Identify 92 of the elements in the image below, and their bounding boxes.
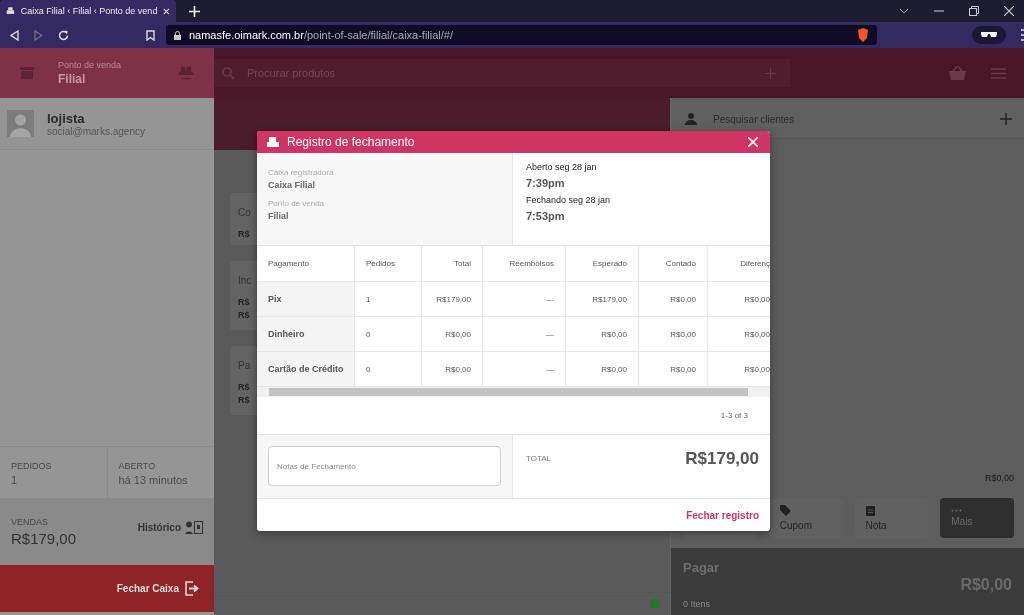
close-register-button[interactable]: Fechar Caixa <box>0 565 214 612</box>
column-header: Reembolsos <box>483 246 566 281</box>
table-cell: Cartão de Crédito <box>257 352 355 386</box>
column-header: Pedidos <box>355 246 422 281</box>
table-cell: R$0,00 <box>422 317 483 351</box>
glasses-button[interactable] <box>972 26 1006 44</box>
horizontal-scrollbar[interactable] <box>257 387 770 397</box>
pagination-text: 1-3 of 3 <box>720 411 748 420</box>
total-value: R$179,00 <box>685 449 759 469</box>
table-cell: R$179,00 <box>422 282 483 316</box>
table-cell-text: R$0,00 <box>743 363 770 376</box>
opened-label: Aberto seg 28 jan <box>526 162 598 172</box>
column-header: Diferenç <box>739 258 770 270</box>
column-header: Contado <box>639 246 708 281</box>
bookmark-icon[interactable] <box>145 29 155 41</box>
closing-time: 7:53pm <box>526 210 566 222</box>
table-cell: — <box>483 352 566 386</box>
table-cell: R$0,00 <box>566 317 639 351</box>
table-cell: — <box>483 317 566 351</box>
browser-tab[interactable]: Caixa Filial ‹ Filial ‹ Ponto de vend <box>0 0 176 22</box>
opened-time: 7:39pm <box>526 177 566 189</box>
stat-value: há 13 minutos <box>118 474 189 486</box>
close-icon[interactable] <box>1004 6 1014 16</box>
clipboard-icon <box>865 505 875 516</box>
close-icon[interactable] <box>163 6 170 16</box>
shield-icon[interactable] <box>857 28 870 42</box>
dialog-title: Registro de fechamento <box>287 135 415 149</box>
sales-label: VENDAS <box>11 516 49 527</box>
field-value: Caixa Filial <box>268 180 317 190</box>
tab-title: Caixa Filial ‹ Filial ‹ Ponto de vend <box>20 6 158 16</box>
new-tab-icon[interactable] <box>189 5 200 17</box>
history-button[interactable]: Histórico <box>137 521 203 534</box>
total-label: TOTAL <box>526 454 552 463</box>
table-cell: R$179,00 <box>566 282 639 316</box>
column-header: Esperado <box>566 246 639 281</box>
table-cell: Dinheiro <box>257 317 355 351</box>
table-cell: R$0,00 <box>639 352 708 386</box>
coupon-button[interactable]: Cupom <box>768 498 843 538</box>
product-price: R$ <box>238 395 251 405</box>
field-label: Ponto de venda <box>268 199 326 208</box>
lock-icon <box>173 30 181 40</box>
exit-icon <box>185 581 200 596</box>
table-cell: R$0,00 <box>566 352 639 386</box>
column-header: Pagamento <box>257 246 355 281</box>
user-name: lojista <box>47 110 86 126</box>
sales-value: R$179,00 <box>11 529 78 547</box>
product-price: R$ <box>238 382 251 392</box>
chevron-down-icon[interactable] <box>899 8 909 14</box>
close-register-link[interactable]: Fechar registro <box>686 507 759 523</box>
avatar <box>7 110 34 137</box>
note-button[interactable]: Nota <box>854 498 929 538</box>
field-value: Filial <box>268 211 290 221</box>
table-cell: 1 <box>355 282 422 316</box>
switch-users-icon[interactable] <box>178 66 194 80</box>
header-value: Filial <box>58 72 87 86</box>
add-icon[interactable] <box>1000 113 1012 125</box>
store-icon <box>20 67 34 79</box>
stat-value: 1 <box>11 474 19 486</box>
reload-icon[interactable] <box>57 29 69 41</box>
notes-field[interactable]: Notas de Fechamento <box>268 446 501 486</box>
stat-label: ABERTO <box>118 461 157 471</box>
table-cell: R$0,00 <box>422 352 483 386</box>
table-cell: 0 <box>355 317 422 351</box>
register-icon <box>6 6 15 16</box>
restore-icon[interactable] <box>969 6 979 16</box>
register-icon <box>267 137 279 147</box>
table-cell: R$0,00 <box>639 317 708 351</box>
table-cell: R$0,00 <box>639 282 708 316</box>
status-dot <box>650 599 660 609</box>
column-header: Total <box>422 246 483 281</box>
person-icon <box>685 113 697 125</box>
back-icon[interactable] <box>10 29 19 41</box>
table-cell: Pix <box>257 282 355 316</box>
search-icon <box>222 66 235 80</box>
table-cell: 0 <box>355 352 422 386</box>
address-field[interactable]: namasfe.oimark.com.br/point-of-sale/filial/caixa-filial/#/ <box>165 25 878 45</box>
user-email: social@marks.agency <box>47 125 145 137</box>
header-label: Ponto de venda <box>58 60 123 70</box>
stat-label: PEDIDOS <box>11 461 53 471</box>
subtotal-value: R$0,00 <box>984 473 1015 483</box>
tag-icon <box>779 505 791 516</box>
table-cell: — <box>483 282 566 316</box>
table-cell-text: R$0,00 <box>743 328 770 341</box>
product-price: R$ <box>238 310 251 320</box>
closing-label: Fechando seg 28 jan <box>526 195 612 205</box>
table-cell-text: R$0,00 <box>743 293 770 306</box>
product-price: R$ <box>238 297 251 307</box>
contact-card-icon <box>185 521 203 534</box>
product-price: R$ <box>238 229 251 239</box>
glasses-icon <box>981 32 997 38</box>
forward-icon[interactable] <box>34 29 43 41</box>
field-label: Caixa registradora <box>268 168 335 177</box>
